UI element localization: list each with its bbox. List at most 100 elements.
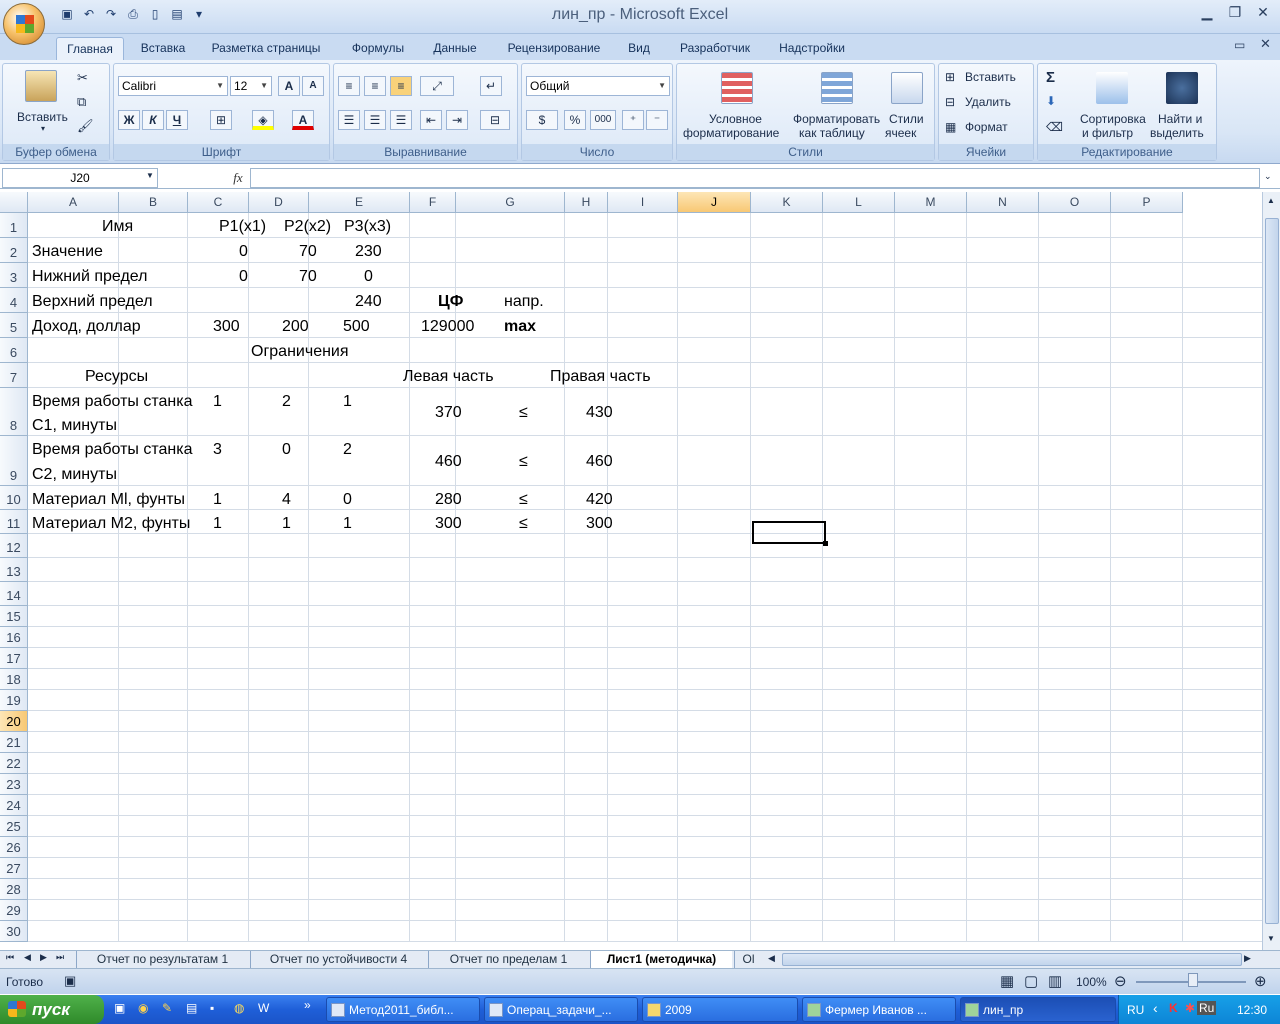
row-header[interactable]: 22: [0, 753, 28, 774]
thousands-button[interactable]: 000: [590, 110, 616, 130]
ribbon-minimize-icon[interactable]: ▭: [1234, 38, 1245, 52]
cell-a2[interactable]: Значение: [32, 242, 103, 262]
italic-button[interactable]: К: [142, 110, 164, 130]
cell-d10[interactable]: 0: [343, 490, 352, 510]
quicklaunch-save-icon[interactable]: ▪: [210, 1001, 214, 1015]
prev-sheet-icon[interactable]: ◀: [24, 952, 31, 963]
vertical-scrollbar[interactable]: ▲ ▼: [1262, 192, 1280, 950]
row-header[interactable]: 25: [0, 816, 28, 837]
formula-input[interactable]: [250, 168, 1260, 188]
cell-c5[interactable]: 200: [282, 317, 309, 337]
workbook-close-icon[interactable]: ✕: [1260, 36, 1271, 52]
align-center-icon[interactable]: ☰: [364, 110, 386, 130]
column-header[interactable]: B: [119, 192, 188, 213]
paste-button[interactable]: Вставить: [17, 110, 68, 124]
cell-g8[interactable]: 430: [586, 403, 613, 423]
autosum-button[interactable]: Σ: [1046, 69, 1055, 86]
insert-function-button[interactable]: fx: [228, 168, 248, 188]
row-header[interactable]: 27: [0, 858, 28, 879]
font-size-combo[interactable]: 12 ▼: [230, 76, 272, 96]
column-header[interactable]: C: [188, 192, 249, 213]
row-header[interactable]: 21: [0, 732, 28, 753]
cell-b6[interactable]: Ограничения: [251, 342, 349, 362]
restore-button[interactable]: ❐: [1224, 4, 1246, 22]
row-header[interactable]: 30: [0, 921, 28, 942]
column-header[interactable]: I: [608, 192, 678, 213]
cell-styles-label-1[interactable]: Стили: [889, 112, 924, 126]
tray-lang-box[interactable]: Ru: [1197, 1001, 1217, 1015]
cell-a8-line2[interactable]: С1, минуты: [32, 416, 117, 436]
row-header[interactable]: 28: [0, 879, 28, 900]
sheet-tab-partial[interactable]: Ol: [734, 951, 762, 969]
row-header[interactable]: 18: [0, 669, 28, 690]
tab-page-layout[interactable]: Разметка страницы: [204, 37, 328, 60]
font-color-button[interactable]: A: [292, 110, 314, 130]
horizontal-scroll-thumb[interactable]: [782, 953, 1242, 966]
start-button[interactable]: пуск: [0, 995, 104, 1024]
cell-c3[interactable]: 70: [299, 267, 317, 287]
column-header[interactable]: K: [751, 192, 823, 213]
column-header[interactable]: F: [410, 192, 456, 213]
cell-e5[interactable]: 129000: [421, 317, 474, 337]
sheet-tab-results[interactable]: Отчет по результатам 1: [76, 951, 248, 969]
tab-home[interactable]: Главная: [56, 37, 124, 60]
row-header[interactable]: 26: [0, 837, 28, 858]
borders-icon[interactable]: ⊞: [210, 110, 232, 130]
cell-d8[interactable]: 1: [343, 392, 352, 412]
cell-d3[interactable]: 0: [364, 267, 373, 287]
row-header[interactable]: 29: [0, 900, 28, 921]
scroll-down-icon[interactable]: ▼: [1267, 934, 1275, 943]
underline-button[interactable]: Ч: [166, 110, 188, 130]
row-header[interactable]: 11: [0, 510, 28, 534]
bold-button[interactable]: Ж: [118, 110, 140, 130]
cell-e9[interactable]: 460: [435, 452, 462, 472]
column-header[interactable]: G: [456, 192, 565, 213]
column-header[interactable]: P: [1111, 192, 1183, 213]
cell-a4[interactable]: Верхний предел: [32, 292, 153, 312]
quicklaunch-chrome-icon[interactable]: ◍: [234, 1001, 244, 1015]
row-header[interactable]: 9: [0, 436, 28, 486]
cell-g9[interactable]: 460: [586, 452, 613, 472]
row-header[interactable]: 14: [0, 582, 28, 606]
column-header[interactable]: M: [895, 192, 967, 213]
tab-developer[interactable]: Разработчик: [670, 37, 760, 60]
cell-c10[interactable]: 4: [282, 490, 291, 510]
format-as-table-label-1[interactable]: Форматировать: [793, 112, 880, 126]
first-sheet-icon[interactable]: ⏮: [6, 952, 14, 963]
percent-button[interactable]: %: [564, 110, 586, 130]
page-break-view-icon[interactable]: ▥: [1048, 972, 1062, 990]
sheet-tab-sensitivity[interactable]: Отчет по устойчивости 4: [250, 951, 426, 969]
cell-e4[interactable]: ЦФ: [438, 292, 463, 312]
cell-b5[interactable]: 300: [213, 317, 240, 337]
cell-b1[interactable]: P1(x1): [219, 217, 266, 237]
format-painter-icon[interactable]: 🖌: [77, 118, 94, 134]
cell-a9-line1[interactable]: Время работы станка: [32, 440, 193, 460]
row-header[interactable]: 8: [0, 388, 28, 436]
tray-back-icon[interactable]: ‹: [1153, 1000, 1158, 1016]
cell-e10[interactable]: 280: [435, 490, 462, 510]
align-bottom-icon[interactable]: ≡: [390, 76, 412, 96]
tab-data[interactable]: Данные: [424, 37, 486, 60]
tab-addins[interactable]: Надстройки: [770, 37, 854, 60]
column-header[interactable]: E: [309, 192, 410, 213]
row-header[interactable]: 6: [0, 338, 28, 363]
delete-cells-button[interactable]: Удалить: [965, 95, 1011, 109]
fill-color-icon[interactable]: ◈: [252, 110, 274, 130]
cell-f8[interactable]: ≤: [519, 403, 528, 423]
last-sheet-icon[interactable]: ⏭: [56, 952, 64, 963]
format-as-table-label-2[interactable]: как таблицу: [799, 126, 865, 140]
cell-f11[interactable]: ≤: [519, 514, 528, 534]
task-item-operac[interactable]: Операц_задачи_...: [484, 997, 638, 1022]
cell-b8[interactable]: 1: [213, 392, 222, 412]
cell-a8-line1[interactable]: Время работы станка: [32, 392, 193, 412]
sort-filter-label-2[interactable]: и фильтр: [1082, 126, 1133, 140]
font-name-combo[interactable]: Calibri ▼: [118, 76, 228, 96]
normal-view-icon[interactable]: ▦: [1000, 972, 1014, 990]
insert-cells-button[interactable]: Вставить: [965, 70, 1016, 84]
scroll-up-icon[interactable]: ▲: [1267, 196, 1275, 205]
row-header[interactable]: 23: [0, 774, 28, 795]
align-top-icon[interactable]: ≡: [338, 76, 360, 96]
macro-record-icon[interactable]: ▣: [64, 973, 76, 989]
merge-cells-icon[interactable]: ⊟: [480, 110, 510, 130]
row-header[interactable]: 7: [0, 363, 28, 388]
